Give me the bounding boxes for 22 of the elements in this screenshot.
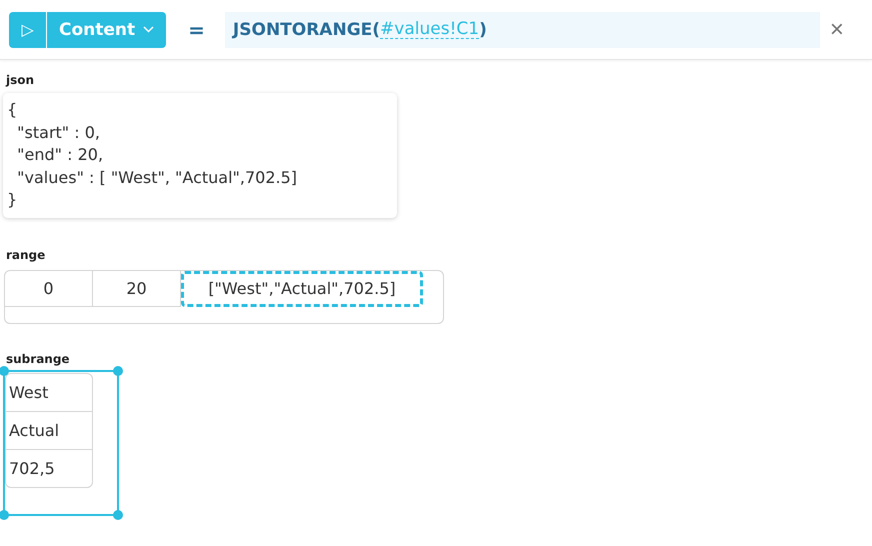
- chevron-icon: [143, 26, 154, 33]
- resize-handle[interactable]: [113, 510, 123, 520]
- resize-handle[interactable]: [0, 510, 9, 520]
- table-cell[interactable]: 702,5: [6, 450, 92, 486]
- resize-handle[interactable]: [0, 366, 9, 376]
- section-label: subrange: [6, 352, 71, 366]
- table-cell[interactable]: 0: [5, 270, 93, 306]
- code-line: "end" : 20,: [16, 144, 104, 166]
- table-cell[interactable]: ["West","Actual",702.5]: [181, 270, 423, 306]
- close-button[interactable]: ×: [826, 16, 848, 44]
- code-line: "values" : [ "West", "Actual",702.5]: [16, 166, 298, 188]
- code-line: }: [7, 189, 18, 211]
- code-line: "start" : 0,: [16, 122, 101, 144]
- table-cell[interactable]: 20: [93, 270, 181, 306]
- code-line: {: [7, 99, 18, 121]
- table-cell[interactable]: West: [6, 374, 92, 412]
- section-label: json: [6, 73, 36, 87]
- resize-handle[interactable]: [113, 366, 123, 376]
- section-label: range: [6, 248, 46, 262]
- equals-sign: =: [188, 18, 205, 42]
- table-cell[interactable]: Actual: [6, 412, 92, 450]
- formula-field[interactable]: JSONTORANGE(#values!C1): [224, 12, 820, 48]
